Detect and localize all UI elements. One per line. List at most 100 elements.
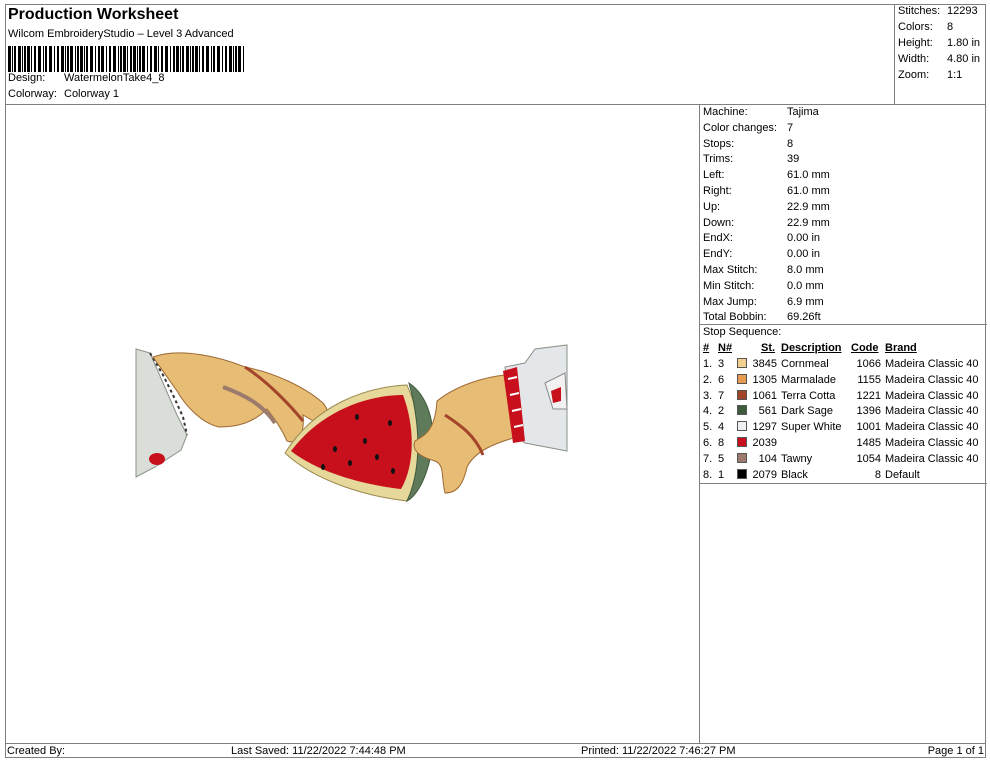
row-code: 1396: [856, 405, 881, 418]
machine-info-row: Color changes: 7: [703, 122, 793, 134]
header-stitches: St.: [761, 342, 776, 354]
row-stitches: 104: [758, 452, 777, 465]
colorway-row: Colorway: Colorway 1: [8, 88, 119, 100]
header-num: #: [703, 342, 710, 354]
row-needle: 2: [718, 405, 725, 418]
machine-info-row: Max Jump: 6.9 mm: [703, 296, 824, 308]
info-value: 22.9 mm: [787, 200, 830, 213]
info-label: Color changes:: [703, 121, 777, 134]
stat-value: 1.80 in: [947, 37, 981, 49]
row-index: 4.: [703, 405, 713, 418]
stop-sequence-title: Stop Sequence:: [703, 326, 782, 338]
row-index: 6.: [703, 437, 713, 449]
stat-row: Height: 1.80 in: [898, 37, 980, 49]
stat-label: Width:: [898, 53, 930, 65]
page-title: Production Worksheet: [8, 6, 179, 23]
colorway-label: Colorway:: [8, 88, 57, 100]
row-description: Tawny: [781, 452, 813, 465]
color-swatch: [737, 421, 747, 432]
info-value: 0.00 in: [787, 232, 821, 245]
worksheet-header: Production Worksheet Wilcom EmbroiderySt…: [5, 4, 986, 105]
row-needle: 3: [718, 358, 725, 370]
design-row: Design: WatermelonTake4_8: [8, 72, 164, 84]
info-value: 8: [787, 137, 794, 150]
row-code: 1485: [856, 437, 881, 449]
header-needle: N#: [718, 342, 733, 354]
machine-info-row: EndX: 0.00 in: [703, 232, 820, 244]
color-swatch: [737, 389, 747, 400]
row-stitches: 1297: [752, 421, 777, 434]
stat-label: Height:: [898, 37, 933, 49]
created-by: Created By:: [7, 745, 66, 757]
row-brand: Madeira Classic 40: [885, 373, 979, 386]
stat-row: Width: 4.80 in: [898, 53, 980, 65]
info-label: Max Stitch:: [703, 264, 758, 276]
sequence-header: # N# St. Description Code Brand: [703, 342, 985, 358]
row-description: Super White: [781, 421, 842, 434]
sequence-row: 6. 8 2039 1485 Madeira Classic 40: [703, 437, 985, 453]
worksheet-footer: Created By: Last Saved: 11/22/2022 7:44:…: [5, 743, 986, 758]
row-description: Dark Sage: [781, 405, 833, 418]
row-brand: Madeira Classic 40: [885, 405, 979, 418]
page-number: Page 1 of 1: [927, 745, 984, 757]
row-stitches: 3845: [752, 358, 777, 370]
info-label: Trims:: [703, 153, 734, 166]
row-brand: Madeira Classic 40: [885, 389, 979, 402]
printed-date: Printed: 11/22/2022 7:46:27 PM: [581, 745, 736, 757]
colorway-value: Colorway 1: [64, 88, 120, 100]
stat-label: Stitches:: [898, 5, 941, 17]
info-value: 39: [787, 153, 800, 166]
sequence-row: 2. 6 1305 Marmalade 1155 Madeira Classic 40: [703, 373, 985, 390]
row-stitches: 2079: [752, 468, 777, 481]
row-code: 1155: [857, 373, 881, 386]
info-value: 61.0 mm: [787, 185, 830, 197]
header-description: Description: [781, 342, 842, 354]
row-index: 7.: [703, 452, 713, 465]
info-value: 22.9 mm: [787, 216, 830, 229]
stat-row: Stitches: 12293: [898, 5, 978, 17]
info-label: Machine:: [703, 106, 748, 118]
machine-info-row: Left: 61.0 mm: [703, 169, 830, 181]
stat-label: Colors:: [898, 21, 933, 33]
color-swatch: [737, 405, 747, 416]
sequence-row: 4. 2 561 Dark Sage 1396 Madeira Classic 40: [703, 405, 985, 421]
header-brand: Brand: [885, 342, 917, 354]
row-description: Marmalade: [781, 373, 837, 386]
stat-row: Zoom: 1:1: [898, 69, 962, 81]
barcode-image: [8, 46, 244, 72]
row-code: 8: [874, 468, 881, 481]
row-code: 1054: [856, 452, 881, 465]
row-index: 3.: [703, 389, 713, 402]
row-stitches: 561: [758, 405, 777, 418]
info-label: Right:: [703, 185, 732, 197]
row-index: 2.: [703, 373, 713, 386]
info-value: 0.00 in: [787, 248, 821, 261]
info-value: 7: [787, 121, 794, 134]
stat-row: Colors: 8: [898, 21, 953, 33]
software-name: Wilcom EmbroideryStudio – Level 3 Advanc…: [8, 28, 234, 40]
machine-info-row: Trims: 39: [703, 153, 799, 165]
machine-info-row: Right: 61.0 mm: [703, 185, 830, 197]
row-stitches: 1061: [752, 389, 777, 402]
machine-info-row: Max Stitch: 8.0 mm: [703, 264, 824, 276]
machine-info-row: EndY: 0.00 in: [703, 248, 820, 260]
info-label: EndX:: [703, 232, 733, 245]
design-value: WatermelonTake4_8: [64, 72, 165, 84]
sequence-row: 3. 7 1061 Terra Cotta 1221 Madeira Classic 40: [703, 389, 985, 406]
design-label: Design:: [8, 72, 46, 84]
sequence-row: 1. 3 3845 Cornmeal 1066 Madeira Classic 40: [703, 358, 985, 374]
info-value: 0.0 mm: [787, 279, 824, 292]
info-value: 69.26ft: [787, 311, 821, 324]
row-needle: 4: [718, 421, 725, 434]
embroidery-design-image: [135, 344, 568, 503]
color-swatch: [737, 373, 747, 384]
row-description: Terra Cotta: [781, 389, 836, 402]
color-swatch: [737, 437, 747, 447]
divider: [700, 324, 987, 325]
row-brand: Madeira Classic 40: [885, 358, 979, 370]
divider: [700, 483, 987, 484]
row-code: 1221: [856, 389, 881, 402]
design-preview: [5, 105, 699, 743]
info-value: 61.0 mm: [787, 169, 830, 182]
row-description: Cornmeal: [781, 358, 829, 370]
